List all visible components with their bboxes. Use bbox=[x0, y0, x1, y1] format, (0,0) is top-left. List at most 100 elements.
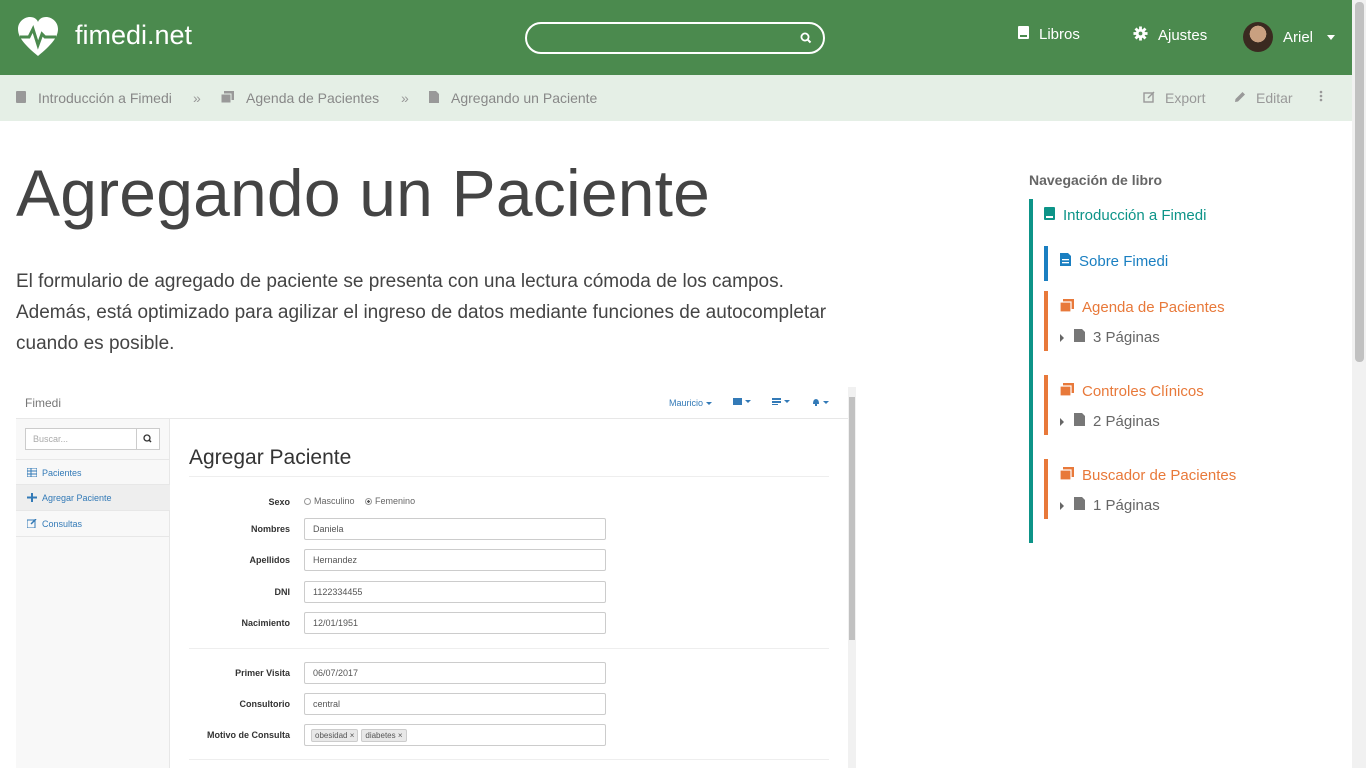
breadcrumb-separator: » bbox=[401, 90, 409, 106]
page-scrollbar-thumb[interactable] bbox=[1355, 2, 1364, 362]
heart-logo-icon[interactable] bbox=[16, 16, 60, 58]
shot-sidebar: Buscar... Pacientes Agregar Paciente Con… bbox=[16, 419, 170, 768]
breadcrumb-label: Agenda de Pacientes bbox=[246, 90, 380, 106]
breadcrumb-separator: » bbox=[193, 90, 201, 106]
book-nav-item-intro[interactable]: Introducción a Fimedi bbox=[1044, 207, 1206, 224]
shot-scrollbar-thumb bbox=[849, 397, 855, 640]
page-scrollbar[interactable] bbox=[1352, 0, 1366, 768]
shot-sidebar-item: Consultas bbox=[16, 511, 170, 537]
bell-icon bbox=[812, 398, 829, 406]
pencil-icon bbox=[1234, 90, 1246, 106]
shot-label: Consultorio bbox=[239, 699, 291, 709]
chapter-icon bbox=[1059, 383, 1074, 400]
shot-field: Hernandez bbox=[304, 549, 606, 571]
nav-books-label: Libros bbox=[1039, 26, 1080, 43]
shot-sidebar-item: Pacientes bbox=[16, 459, 170, 485]
book-nav-pages-toggle[interactable]: 2 Páginas bbox=[1060, 413, 1160, 430]
book-nav-bar bbox=[1044, 291, 1048, 351]
shot-label: Nacimiento bbox=[241, 618, 290, 628]
chapter-icon bbox=[1059, 299, 1074, 316]
search-input[interactable] bbox=[541, 28, 791, 48]
shot-sidebar-item-active: Agregar Paciente bbox=[16, 485, 170, 511]
nav-settings-link[interactable]: Ajustes bbox=[1133, 26, 1207, 45]
intro-paragraph: El formulario de agregado de paciente se… bbox=[16, 271, 827, 354]
book-nav-label: Controles Clínicos bbox=[1082, 383, 1204, 400]
tasks-icon bbox=[772, 398, 790, 405]
radio-icon bbox=[304, 498, 311, 506]
edit-icon bbox=[26, 518, 37, 529]
chapter-icon bbox=[220, 90, 234, 106]
avatar bbox=[1243, 22, 1273, 52]
export-button[interactable]: Export bbox=[1143, 90, 1205, 106]
shot-tag-field: obesidad × diabetes × bbox=[304, 724, 606, 746]
search-box[interactable] bbox=[525, 22, 825, 54]
page-icon bbox=[1074, 497, 1085, 514]
book-nav-label: Buscador de Pacientes bbox=[1082, 467, 1237, 484]
shot-field: central bbox=[304, 693, 606, 715]
shot-radio-group: Masculino Femenino bbox=[304, 496, 415, 506]
tag: diabetes × bbox=[361, 729, 407, 742]
embedded-screenshot: Fimedi Mauricio Buscar... Pacientes Agre… bbox=[16, 387, 856, 768]
divider bbox=[189, 476, 829, 477]
book-nav-bar bbox=[1044, 375, 1048, 435]
more-options-icon[interactable] bbox=[1319, 90, 1323, 102]
book-nav-pages-toggle[interactable]: 3 Páginas bbox=[1060, 329, 1160, 346]
tag: obesidad × bbox=[311, 729, 359, 742]
book-nav-item-sobre[interactable]: Sobre Fimedi bbox=[1060, 253, 1168, 270]
gear-icon bbox=[1133, 26, 1148, 45]
shot-topbar: Fimedi Mauricio bbox=[16, 387, 848, 419]
breadcrumb: Introducción a Fimedi » Agenda de Pacien… bbox=[0, 75, 1352, 121]
shot-search-input: Buscar... bbox=[25, 428, 137, 450]
radio-icon bbox=[365, 498, 373, 506]
envelope-icon bbox=[733, 398, 751, 405]
breadcrumb-label: Introducción a Fimedi bbox=[38, 90, 172, 106]
shot-label: DNI bbox=[274, 587, 291, 597]
nav-books-link[interactable]: Libros bbox=[1018, 26, 1080, 43]
book-nav-label: Sobre Fimedi bbox=[1079, 253, 1169, 270]
breadcrumb-item-chapter[interactable]: Agenda de Pacientes bbox=[220, 90, 380, 106]
book-nav-pages-toggle[interactable]: 1 Páginas bbox=[1060, 497, 1160, 514]
page-icon bbox=[429, 90, 439, 106]
caret-right-icon bbox=[1060, 501, 1064, 510]
book-nav-title: Navegación de libro bbox=[1029, 172, 1163, 188]
shot-user-menu: Mauricio bbox=[669, 398, 713, 408]
user-menu[interactable]: Ariel bbox=[1243, 22, 1336, 52]
edit-label: Editar bbox=[1256, 90, 1293, 106]
shot-label: Nombres bbox=[250, 524, 290, 534]
shot-field: 1122334455 bbox=[304, 581, 606, 603]
book-nav-pages-count: 2 Páginas bbox=[1093, 413, 1160, 430]
site-name[interactable]: fimedi.net bbox=[75, 20, 192, 51]
book-icon bbox=[16, 90, 26, 106]
book-nav-label: Introducción a Fimedi bbox=[1063, 207, 1207, 224]
shot-label: Sexo bbox=[268, 497, 290, 507]
book-nav-bar bbox=[1044, 459, 1048, 519]
page-icon bbox=[1074, 413, 1085, 430]
shot-field: 06/07/2017 bbox=[304, 662, 606, 684]
user-name: Ariel bbox=[1283, 28, 1314, 46]
table-icon bbox=[26, 467, 38, 478]
caret-right-icon bbox=[1060, 417, 1064, 426]
search-icon bbox=[136, 428, 160, 450]
shot-label: Motivo de Consulta bbox=[207, 730, 290, 740]
page-icon bbox=[1074, 329, 1085, 346]
page-title: Agregando un Paciente bbox=[16, 156, 711, 230]
plus-icon bbox=[27, 493, 37, 502]
book-nav-item-buscador[interactable]: Buscador de Pacientes bbox=[1059, 467, 1237, 484]
chapter-icon bbox=[1059, 467, 1074, 484]
shot-heading: Agregar Paciente bbox=[189, 446, 352, 469]
breadcrumb-item-book[interactable]: Introducción a Fimedi bbox=[16, 90, 172, 106]
search-icon[interactable] bbox=[799, 31, 813, 45]
shot-user-name: Mauricio bbox=[669, 398, 704, 408]
book-nav-item-agenda[interactable]: Agenda de Pacientes bbox=[1059, 299, 1225, 316]
book-nav-bar bbox=[1044, 246, 1048, 281]
edit-button[interactable]: Editar bbox=[1234, 90, 1293, 106]
page-icon bbox=[1060, 253, 1071, 270]
breadcrumb-item-page[interactable]: Agregando un Paciente bbox=[429, 90, 597, 106]
nav-settings-label: Ajustes bbox=[1158, 27, 1208, 44]
chevron-down-icon bbox=[1327, 34, 1336, 40]
shot-main: Agregar Paciente Sexo Masculino Femenino… bbox=[170, 419, 848, 768]
book-nav-pages-count: 1 Páginas bbox=[1093, 497, 1160, 514]
caret-right-icon bbox=[1060, 333, 1064, 342]
book-icon bbox=[1018, 26, 1029, 43]
book-nav-item-controles[interactable]: Controles Clínicos bbox=[1059, 383, 1204, 400]
